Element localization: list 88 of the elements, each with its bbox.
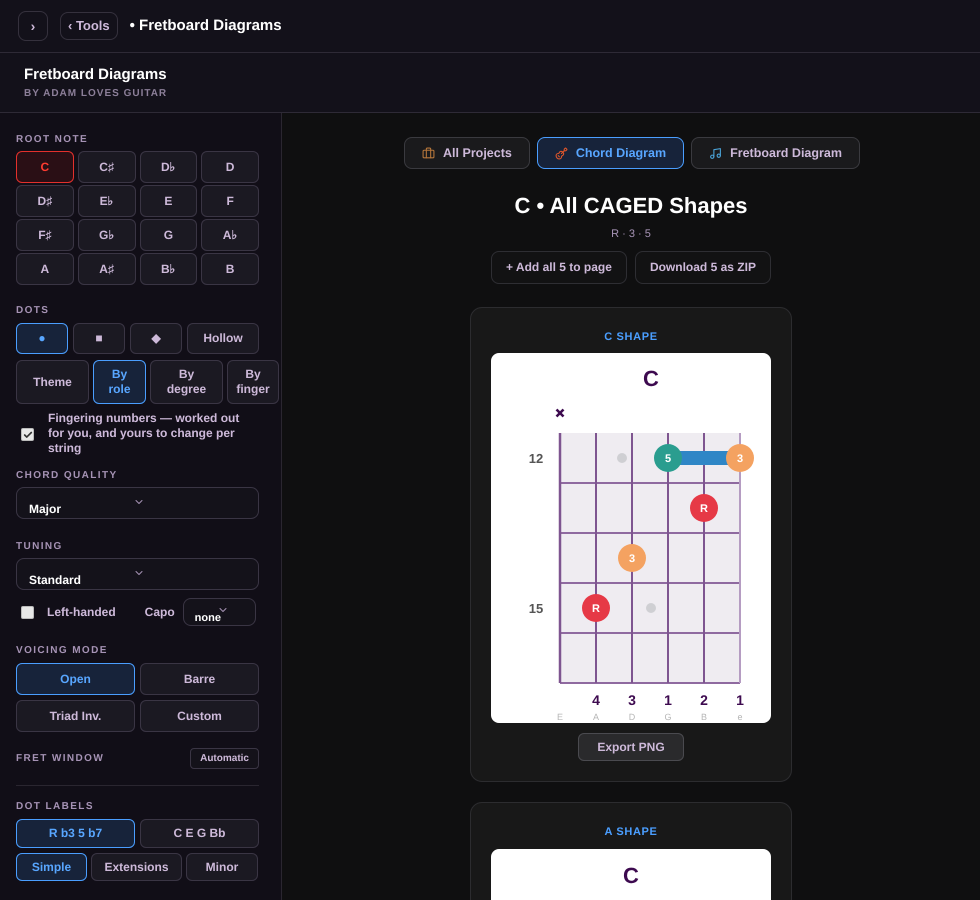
- chord-formula: R · 3 · 5: [611, 227, 651, 242]
- option-button[interactable]: Extensions: [91, 853, 182, 881]
- checkbox[interactable]: [21, 428, 34, 441]
- option-button[interactable]: Barre: [140, 663, 259, 695]
- chord-name: C: [643, 366, 659, 391]
- dot-label: R: [592, 603, 600, 615]
- capo-select[interactable]: none: [182, 598, 256, 626]
- action-button[interactable]: + Add all 5 to page: [491, 250, 627, 284]
- tab[interactable]: Chord Diagram: [536, 137, 684, 169]
- note-button[interactable]: F♯: [16, 219, 74, 251]
- option-button[interactable]: C E G Bb: [140, 819, 259, 848]
- fret-window-button[interactable]: Automatic: [190, 748, 259, 769]
- capo-label: Capo: [144, 604, 175, 621]
- note-button[interactable]: A♯: [78, 253, 136, 285]
- option-button[interactable]: By role: [93, 360, 146, 404]
- action-button[interactable]: Download 5 as ZIP: [634, 250, 771, 284]
- music-note-icon: [709, 146, 722, 160]
- dot-label: 3: [628, 553, 636, 565]
- note-button[interactable]: A: [16, 253, 74, 285]
- option-button[interactable]: Simple: [16, 853, 87, 881]
- fret-number: 12: [528, 451, 544, 466]
- string-name: D: [628, 712, 636, 722]
- section-label: TUNING: [16, 540, 64, 554]
- note-button[interactable]: D♭: [140, 151, 198, 183]
- note-button[interactable]: E♭: [78, 185, 136, 217]
- note-button[interactable]: A♭: [201, 219, 259, 251]
- section-label: DOTS: [16, 304, 50, 318]
- shape-title: C SHAPE: [604, 330, 658, 344]
- chord-quality-select[interactable]: Major: [16, 487, 259, 519]
- note-button[interactable]: G♭: [78, 219, 136, 251]
- note-button[interactable]: E: [140, 185, 198, 217]
- fingering-label: Fingering numbers — worked out for you, and yours to change per string: [48, 411, 240, 456]
- string-name: A: [593, 712, 599, 722]
- dot-label: 3: [736, 453, 744, 465]
- note-button[interactable]: B: [201, 253, 259, 285]
- section-label: ROOT NOTE: [16, 133, 90, 147]
- page-title: C • All CAGED Shapes: [514, 192, 748, 220]
- finger-number: 2: [700, 692, 708, 708]
- option-button[interactable]: ■: [73, 323, 125, 354]
- option-button[interactable]: Custom: [140, 700, 259, 732]
- note-button[interactable]: C♯: [78, 151, 136, 183]
- note-button[interactable]: B♭: [140, 253, 198, 285]
- export-button[interactable]: Export PNG: [578, 733, 684, 761]
- tab[interactable]: Fretboard Diagram: [691, 137, 860, 169]
- app-title: Fretboard Diagrams: [24, 64, 168, 85]
- string-name: E: [557, 712, 563, 722]
- note-button[interactable]: G: [140, 219, 198, 251]
- option-button[interactable]: Hollow: [187, 323, 259, 354]
- string-name: e: [738, 712, 742, 722]
- left-handed-label: Left-handed: [47, 604, 116, 621]
- option-button[interactable]: Triad Inv.: [16, 700, 135, 732]
- app-subtitle: BY ADAM LOVES GUITAR: [24, 87, 168, 102]
- note-button[interactable]: D♯: [16, 185, 74, 217]
- option-button[interactable]: Minor: [186, 853, 258, 881]
- section-label: FRET WINDOW: [16, 752, 104, 766]
- breadcrumb: • Fretboard Diagrams: [130, 16, 282, 36]
- section-label: DOT LABELS: [16, 800, 95, 814]
- finger-number: 1: [736, 692, 744, 708]
- finger-number: 3: [628, 692, 636, 708]
- note-button[interactable]: D: [201, 151, 259, 183]
- option-button[interactable]: By degree: [150, 360, 223, 404]
- dot-label: R: [700, 503, 708, 515]
- chord-name: C: [623, 862, 639, 890]
- option-button[interactable]: ●: [16, 323, 68, 354]
- note-button[interactable]: C: [16, 151, 74, 183]
- option-button[interactable]: R b3 5 b7: [16, 819, 135, 848]
- string-name: B: [701, 712, 707, 722]
- section-label: VOICING MODE: [16, 644, 109, 658]
- option-button[interactable]: Open: [16, 663, 135, 695]
- option-button[interactable]: ◆: [130, 323, 182, 354]
- section-label: CHORD QUALITY: [16, 469, 119, 483]
- sidebar-toggle-button[interactable]: ›: [18, 11, 48, 41]
- option-button[interactable]: By finger: [227, 360, 279, 404]
- finger-number: 1: [664, 692, 672, 708]
- tuning-select[interactable]: Standard: [16, 558, 259, 590]
- tab[interactable]: All Projects: [404, 137, 530, 169]
- briefcase-icon: [422, 146, 436, 160]
- checkbox[interactable]: [21, 606, 34, 618]
- fret-number: 15: [528, 601, 544, 616]
- note-button[interactable]: F: [201, 185, 259, 217]
- back-button[interactable]: ‹ Tools: [60, 12, 118, 40]
- shape-title: A SHAPE: [604, 825, 658, 840]
- dot-label: 5: [664, 453, 672, 465]
- guitar-icon: [554, 146, 568, 160]
- checkmark-icon: [22, 430, 32, 440]
- string-name: G: [664, 712, 672, 722]
- finger-number: 4: [592, 692, 600, 708]
- option-button[interactable]: Theme: [16, 360, 89, 404]
